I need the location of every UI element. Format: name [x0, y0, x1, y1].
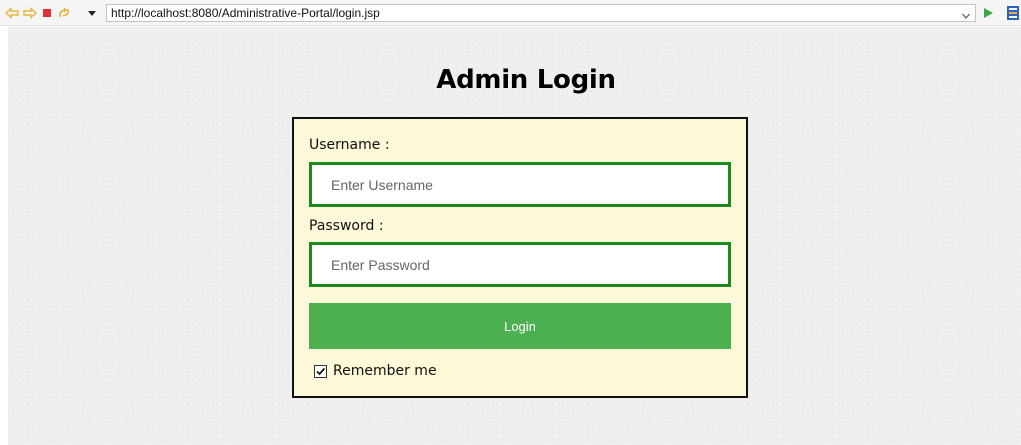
sidebar-icon[interactable]: [1005, 5, 1021, 21]
back-arrow-icon[interactable]: [5, 7, 19, 19]
refresh-icon[interactable]: [57, 7, 71, 19]
password-input[interactable]: [309, 242, 731, 287]
go-icon[interactable]: [981, 6, 995, 20]
stop-icon[interactable]: [40, 7, 54, 19]
url-input[interactable]: [106, 4, 976, 22]
login-button[interactable]: Login: [309, 303, 731, 349]
username-label: Username :: [309, 137, 390, 153]
forward-arrow-icon[interactable]: [23, 7, 37, 19]
chevron-down-icon[interactable]: [85, 7, 99, 19]
page-content: Admin Login Username : Password : Login …: [8, 27, 1021, 445]
username-input[interactable]: [309, 162, 731, 207]
remember-me-label: Remember me: [333, 363, 437, 379]
checkbox-checked-icon[interactable]: [314, 364, 327, 378]
remember-me-checkbox[interactable]: Remember me: [314, 363, 437, 379]
url-dropdown-icon[interactable]: [961, 8, 971, 19]
password-label: Password :: [309, 218, 384, 234]
page-title: Admin Login: [436, 65, 616, 95]
login-form: Username : Password : Login Remember me: [292, 117, 748, 398]
browser-toolbar: [0, 0, 1021, 26]
